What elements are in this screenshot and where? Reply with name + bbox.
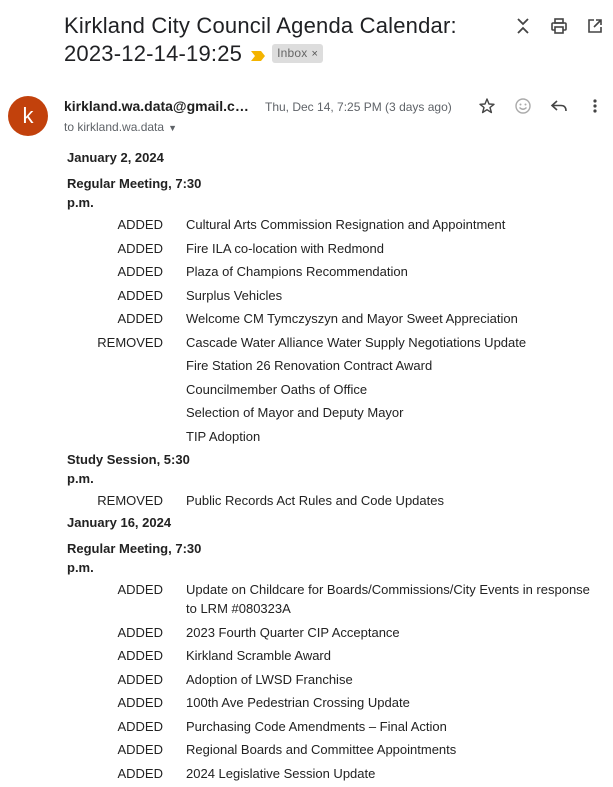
agenda-row: ADDEDCultural Arts Commission Resignatio… [67, 215, 597, 239]
inbox-label-chip[interactable]: Inbox × [272, 44, 323, 63]
agenda-item: TIP Adoption [186, 427, 597, 451]
agenda-item: 100th Ave Pedestrian Crossing Update [186, 693, 597, 717]
agenda-status: ADDED [67, 717, 186, 741]
print-icon[interactable] [549, 16, 569, 36]
agenda-status: REMOVED [67, 491, 186, 515]
reply-icon[interactable] [549, 96, 569, 116]
agenda-row: Fire Station 26 Renovation Contract Awar… [67, 356, 597, 380]
agenda-item: 2024 Legislative Session Update [186, 764, 597, 787]
agenda-status: ADDED [67, 262, 186, 286]
email-body: January 2, 2024 Regular Meeting, 7:30 p.… [67, 150, 597, 787]
agenda-row: ADDEDUpdate on Childcare for Boards/Comm… [67, 580, 597, 623]
agenda-status [67, 380, 186, 404]
recipient-line[interactable]: to kirkland.wa.data ▼ [64, 120, 177, 134]
agenda-row: ADDEDSurplus Vehicles [67, 286, 597, 310]
agenda-item: Fire ILA co-location with Redmond [186, 239, 597, 263]
agenda-row: ADDEDPurchasing Code Amendments – Final … [67, 717, 597, 741]
inbox-label-text: Inbox [277, 46, 307, 60]
agenda-item: Surplus Vehicles [186, 286, 597, 310]
agenda-status: ADDED [67, 309, 186, 333]
agenda-item: Public Records Act Rules and Code Update… [186, 491, 597, 515]
agenda-item: Adoption of LWSD Franchise [186, 670, 597, 694]
important-marker-icon[interactable] [250, 41, 266, 69]
emoji-reaction-icon[interactable] [513, 96, 533, 116]
agenda-status [67, 427, 186, 451]
recipient-details-caret-icon[interactable]: ▼ [168, 123, 177, 133]
agenda-status: ADDED [67, 646, 186, 670]
agenda-item: Kirkland Scramble Award [186, 646, 597, 670]
more-options-icon[interactable] [585, 96, 605, 116]
open-in-new-window-icon[interactable] [585, 16, 605, 36]
agenda-item: Selection of Mayor and Deputy Mayor [186, 403, 597, 427]
agenda-status: ADDED [67, 286, 186, 310]
agenda-row: ADDED2023 Fourth Quarter CIP Acceptance [67, 623, 597, 647]
message-date: Thu, Dec 14, 7:25 PM (3 days ago) [265, 100, 452, 114]
agenda-list-jan-2-study: REMOVEDPublic Records Act Rules and Code… [67, 491, 597, 515]
avatar-letter: k [23, 103, 34, 129]
meeting-heading-study-jan-2: Study Session, 5:30 p.m. [67, 450, 212, 488]
agenda-status: ADDED [67, 670, 186, 694]
date-heading-jan-2: January 2, 2024 [67, 150, 597, 174]
meeting-heading-regular-jan-16: Regular Meeting, 7:30 p.m. [67, 539, 212, 577]
agenda-status: ADDED [67, 239, 186, 263]
agenda-row: ADDEDKirkland Scramble Award [67, 646, 597, 670]
star-icon[interactable] [477, 96, 497, 116]
agenda-status: ADDED [67, 764, 186, 787]
agenda-row: ADDEDPlaza of Champions Recommendation [67, 262, 597, 286]
agenda-row: Selection of Mayor and Deputy Mayor [67, 403, 597, 427]
agenda-item: Cultural Arts Commission Resignation and… [186, 215, 597, 239]
agenda-item: Cascade Water Alliance Water Supply Nego… [186, 333, 597, 357]
agenda-row: REMOVEDCascade Water Alliance Water Supp… [67, 333, 597, 357]
agenda-row: REMOVEDPublic Records Act Rules and Code… [67, 491, 597, 515]
agenda-status [67, 403, 186, 427]
agenda-status: ADDED [67, 580, 186, 623]
message-actions [477, 96, 605, 116]
agenda-status: ADDED [67, 693, 186, 717]
agenda-row: ADDEDRegional Boards and Committee Appoi… [67, 740, 597, 764]
agenda-status: ADDED [67, 215, 186, 239]
agenda-row: ADDEDWelcome CM Tymczyszyn and Mayor Swe… [67, 309, 597, 333]
agenda-row: ADDEDFire ILA co-location with Redmond [67, 239, 597, 263]
thread-toolbar [513, 16, 605, 36]
agenda-item: 2023 Fourth Quarter CIP Acceptance [186, 623, 597, 647]
recipient-text: to kirkland.wa.data [64, 120, 164, 134]
sender-avatar[interactable]: k [8, 96, 48, 136]
agenda-item: Welcome CM Tymczyszyn and Mayor Sweet Ap… [186, 309, 597, 333]
agenda-row: TIP Adoption [67, 427, 597, 451]
agenda-item: Fire Station 26 Renovation Contract Awar… [186, 356, 597, 380]
agenda-status: ADDED [67, 740, 186, 764]
agenda-item: Regional Boards and Committee Appointmen… [186, 740, 597, 764]
meeting-heading-regular-jan-2: Regular Meeting, 7:30 p.m. [67, 174, 212, 212]
agenda-item: Update on Childcare for Boards/Commissio… [186, 580, 597, 623]
agenda-status: ADDED [67, 623, 186, 647]
agenda-row: Councilmember Oaths of Office [67, 380, 597, 404]
agenda-status: REMOVED [67, 333, 186, 357]
agenda-list-jan-2-regular: ADDEDCultural Arts Commission Resignatio… [67, 215, 597, 450]
agenda-row: ADDEDAdoption of LWSD Franchise [67, 670, 597, 694]
date-heading-jan-16: January 16, 2024 [67, 515, 597, 539]
remove-label-icon[interactable]: × [311, 48, 318, 60]
agenda-item: Plaza of Champions Recommendation [186, 262, 597, 286]
agenda-list-jan-16-regular: ADDEDUpdate on Childcare for Boards/Comm… [67, 580, 597, 787]
expand-all-icon[interactable] [513, 16, 533, 36]
email-subject: Kirkland City Council Agenda Calendar: 2… [64, 12, 484, 69]
agenda-status [67, 356, 186, 380]
agenda-row: ADDED100th Ave Pedestrian Crossing Updat… [67, 693, 597, 717]
agenda-row: ADDED2024 Legislative Session Update [67, 764, 597, 787]
agenda-item: Purchasing Code Amendments – Final Actio… [186, 717, 597, 741]
sender-address[interactable]: kirkland.wa.data@gmail.c… [64, 98, 252, 114]
agenda-item: Councilmember Oaths of Office [186, 380, 597, 404]
